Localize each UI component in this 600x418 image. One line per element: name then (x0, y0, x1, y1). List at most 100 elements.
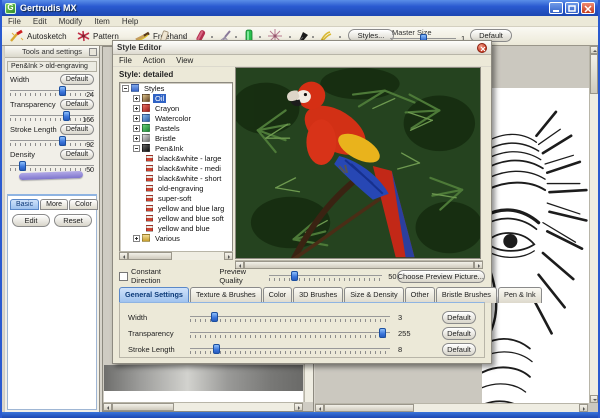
slider-thumb[interactable] (63, 111, 71, 121)
sketch-canvas[interactable] (482, 88, 593, 403)
tab-bristle-brushes[interactable]: Bristle Brushes (435, 287, 497, 303)
choose-preview-picture-button[interactable]: Choose Preview Picture... (396, 269, 485, 283)
width-default-button[interactable]: Default (442, 310, 476, 324)
tree-item-crayon[interactable]: Crayon (120, 103, 232, 113)
scroll-right-icon[interactable] (579, 404, 588, 412)
tree-item-bw-short[interactable]: black&white - short (120, 173, 232, 183)
tab-texture-brushes[interactable]: Texture & Brushes (190, 287, 262, 303)
collapse-icon[interactable] (122, 84, 129, 92)
edit-button[interactable]: Edit (12, 214, 50, 227)
density-slider[interactable] (10, 160, 94, 171)
menu-file[interactable]: File (8, 17, 21, 26)
close-button[interactable] (581, 2, 595, 14)
stroke-length-slider[interactable] (10, 135, 94, 146)
dropdown-dot-icon[interactable] (183, 36, 185, 38)
vertical-scrollbar[interactable] (589, 46, 598, 403)
stroke-length-default-button[interactable]: Default (60, 124, 94, 135)
scrollbar-thumb[interactable] (324, 404, 414, 412)
scrollbar-thumb[interactable] (112, 403, 174, 411)
tree-item-oil[interactable]: Oil (120, 93, 232, 103)
tree-item-yellow-blue-large[interactable]: yellow and blue larg (120, 203, 232, 213)
tree-item-penink[interactable]: Pen&Ink (120, 143, 232, 153)
menu-help[interactable]: Help (122, 17, 138, 26)
slider-thumb[interactable] (379, 328, 386, 338)
slider-thumb[interactable] (291, 271, 299, 281)
width-slider[interactable] (10, 85, 94, 96)
dialog-menu-action[interactable]: Action (143, 56, 165, 65)
expand-icon[interactable] (133, 104, 140, 112)
autosketch-button[interactable]: Autosketch (5, 28, 71, 44)
width-slider[interactable] (190, 311, 390, 323)
restore-button[interactable] (565, 2, 579, 14)
scrollbar-thumb[interactable] (590, 54, 598, 94)
preview-horizontal-scrollbar[interactable] (235, 260, 483, 269)
scroll-up-icon[interactable] (590, 46, 598, 54)
tree-item-bw-large[interactable]: black&white - large (120, 153, 232, 163)
constant-direction-checkbox[interactable] (119, 271, 128, 281)
tab-color[interactable]: Color (69, 199, 98, 210)
horizontal-scrollbar[interactable] (315, 403, 588, 412)
tab-size-density[interactable]: Size & Density (344, 287, 404, 303)
preview-quality-slider[interactable] (269, 270, 383, 282)
scrollbar-thumb[interactable] (128, 252, 172, 260)
expand-icon[interactable] (133, 234, 140, 242)
tree-item-bristle[interactable]: Bristle (120, 133, 232, 143)
slider-thumb[interactable] (213, 344, 220, 354)
scroll-right-icon[interactable] (224, 252, 233, 260)
tab-pen-ink[interactable]: Pen & Ink (497, 287, 542, 303)
tools-panel-header[interactable]: Tools and settings (5, 46, 99, 58)
tree-item-super-soft[interactable]: super-soft (120, 193, 232, 203)
tree-item-old-engraving[interactable]: old-engraving (120, 183, 232, 193)
dialog-menu-view[interactable]: View (176, 56, 193, 65)
tree-item-yellow-blue-soft[interactable]: yellow and blue soft (120, 213, 232, 223)
density-default-button[interactable]: Default (60, 149, 94, 160)
reset-button[interactable]: Reset (54, 214, 92, 227)
horizontal-scrollbar[interactable] (103, 402, 303, 411)
tree-item-bw-medium[interactable]: black&white - medi (120, 163, 232, 173)
menu-modify[interactable]: Modify (59, 17, 83, 26)
panel-menu-icon[interactable] (89, 48, 97, 56)
tab-more[interactable]: More (40, 199, 69, 210)
dropdown-dot-icon[interactable] (235, 36, 237, 38)
tab-3d-brushes[interactable]: 3D Brushes (293, 287, 344, 303)
tab-basic[interactable]: Basic (10, 199, 40, 210)
dialog-title-bar[interactable]: Style Editor (113, 41, 491, 55)
stroke-length-slider[interactable] (190, 343, 390, 355)
dropdown-dot-icon[interactable] (211, 36, 213, 38)
dropdown-dot-icon[interactable] (289, 36, 291, 38)
stroke-length-default-button[interactable]: Default (442, 342, 476, 356)
title-bar[interactable]: G Gertrudis MX (2, 0, 598, 16)
expand-icon[interactable] (133, 94, 140, 102)
tab-other[interactable]: Other (404, 287, 435, 303)
expand-icon[interactable] (133, 124, 140, 132)
scroll-left-icon[interactable] (315, 404, 324, 412)
slider-thumb[interactable] (18, 161, 26, 171)
expand-icon[interactable] (133, 114, 140, 122)
transparency-default-button[interactable]: Default (60, 99, 94, 110)
dialog-menu-file[interactable]: File (119, 56, 132, 65)
dropdown-dot-icon[interactable] (312, 36, 314, 38)
expand-icon[interactable] (133, 134, 140, 142)
slider-thumb[interactable] (211, 312, 218, 322)
width-default-button[interactable]: Default (60, 74, 94, 85)
scroll-left-icon[interactable] (103, 403, 112, 411)
menu-item[interactable]: Item (94, 17, 110, 26)
dialog-close-button[interactable] (477, 42, 487, 53)
tree-item-styles[interactable]: Styles (120, 83, 232, 93)
tree-item-watercolor[interactable]: Watercolor (120, 113, 232, 123)
transparency-slider[interactable] (190, 327, 390, 339)
collapse-icon[interactable] (133, 144, 140, 152)
minimize-button[interactable] (549, 2, 563, 14)
scroll-left-icon[interactable] (119, 252, 128, 260)
slider-thumb[interactable] (59, 136, 67, 146)
tab-general-settings[interactable]: General Settings (119, 287, 189, 303)
tab-color[interactable]: Color (262, 287, 293, 303)
tree-horizontal-scrollbar[interactable] (119, 251, 233, 260)
transparency-default-button[interactable]: Default (442, 326, 476, 340)
tree-item-yellow-blue[interactable]: yellow and blue (120, 223, 232, 233)
tree-item-pastels[interactable]: Pastels (120, 123, 232, 133)
dropdown-dot-icon[interactable] (259, 36, 261, 38)
scroll-right-icon[interactable] (474, 261, 483, 269)
tree-item-various[interactable]: Various (120, 233, 232, 243)
scroll-right-icon[interactable] (294, 403, 303, 411)
